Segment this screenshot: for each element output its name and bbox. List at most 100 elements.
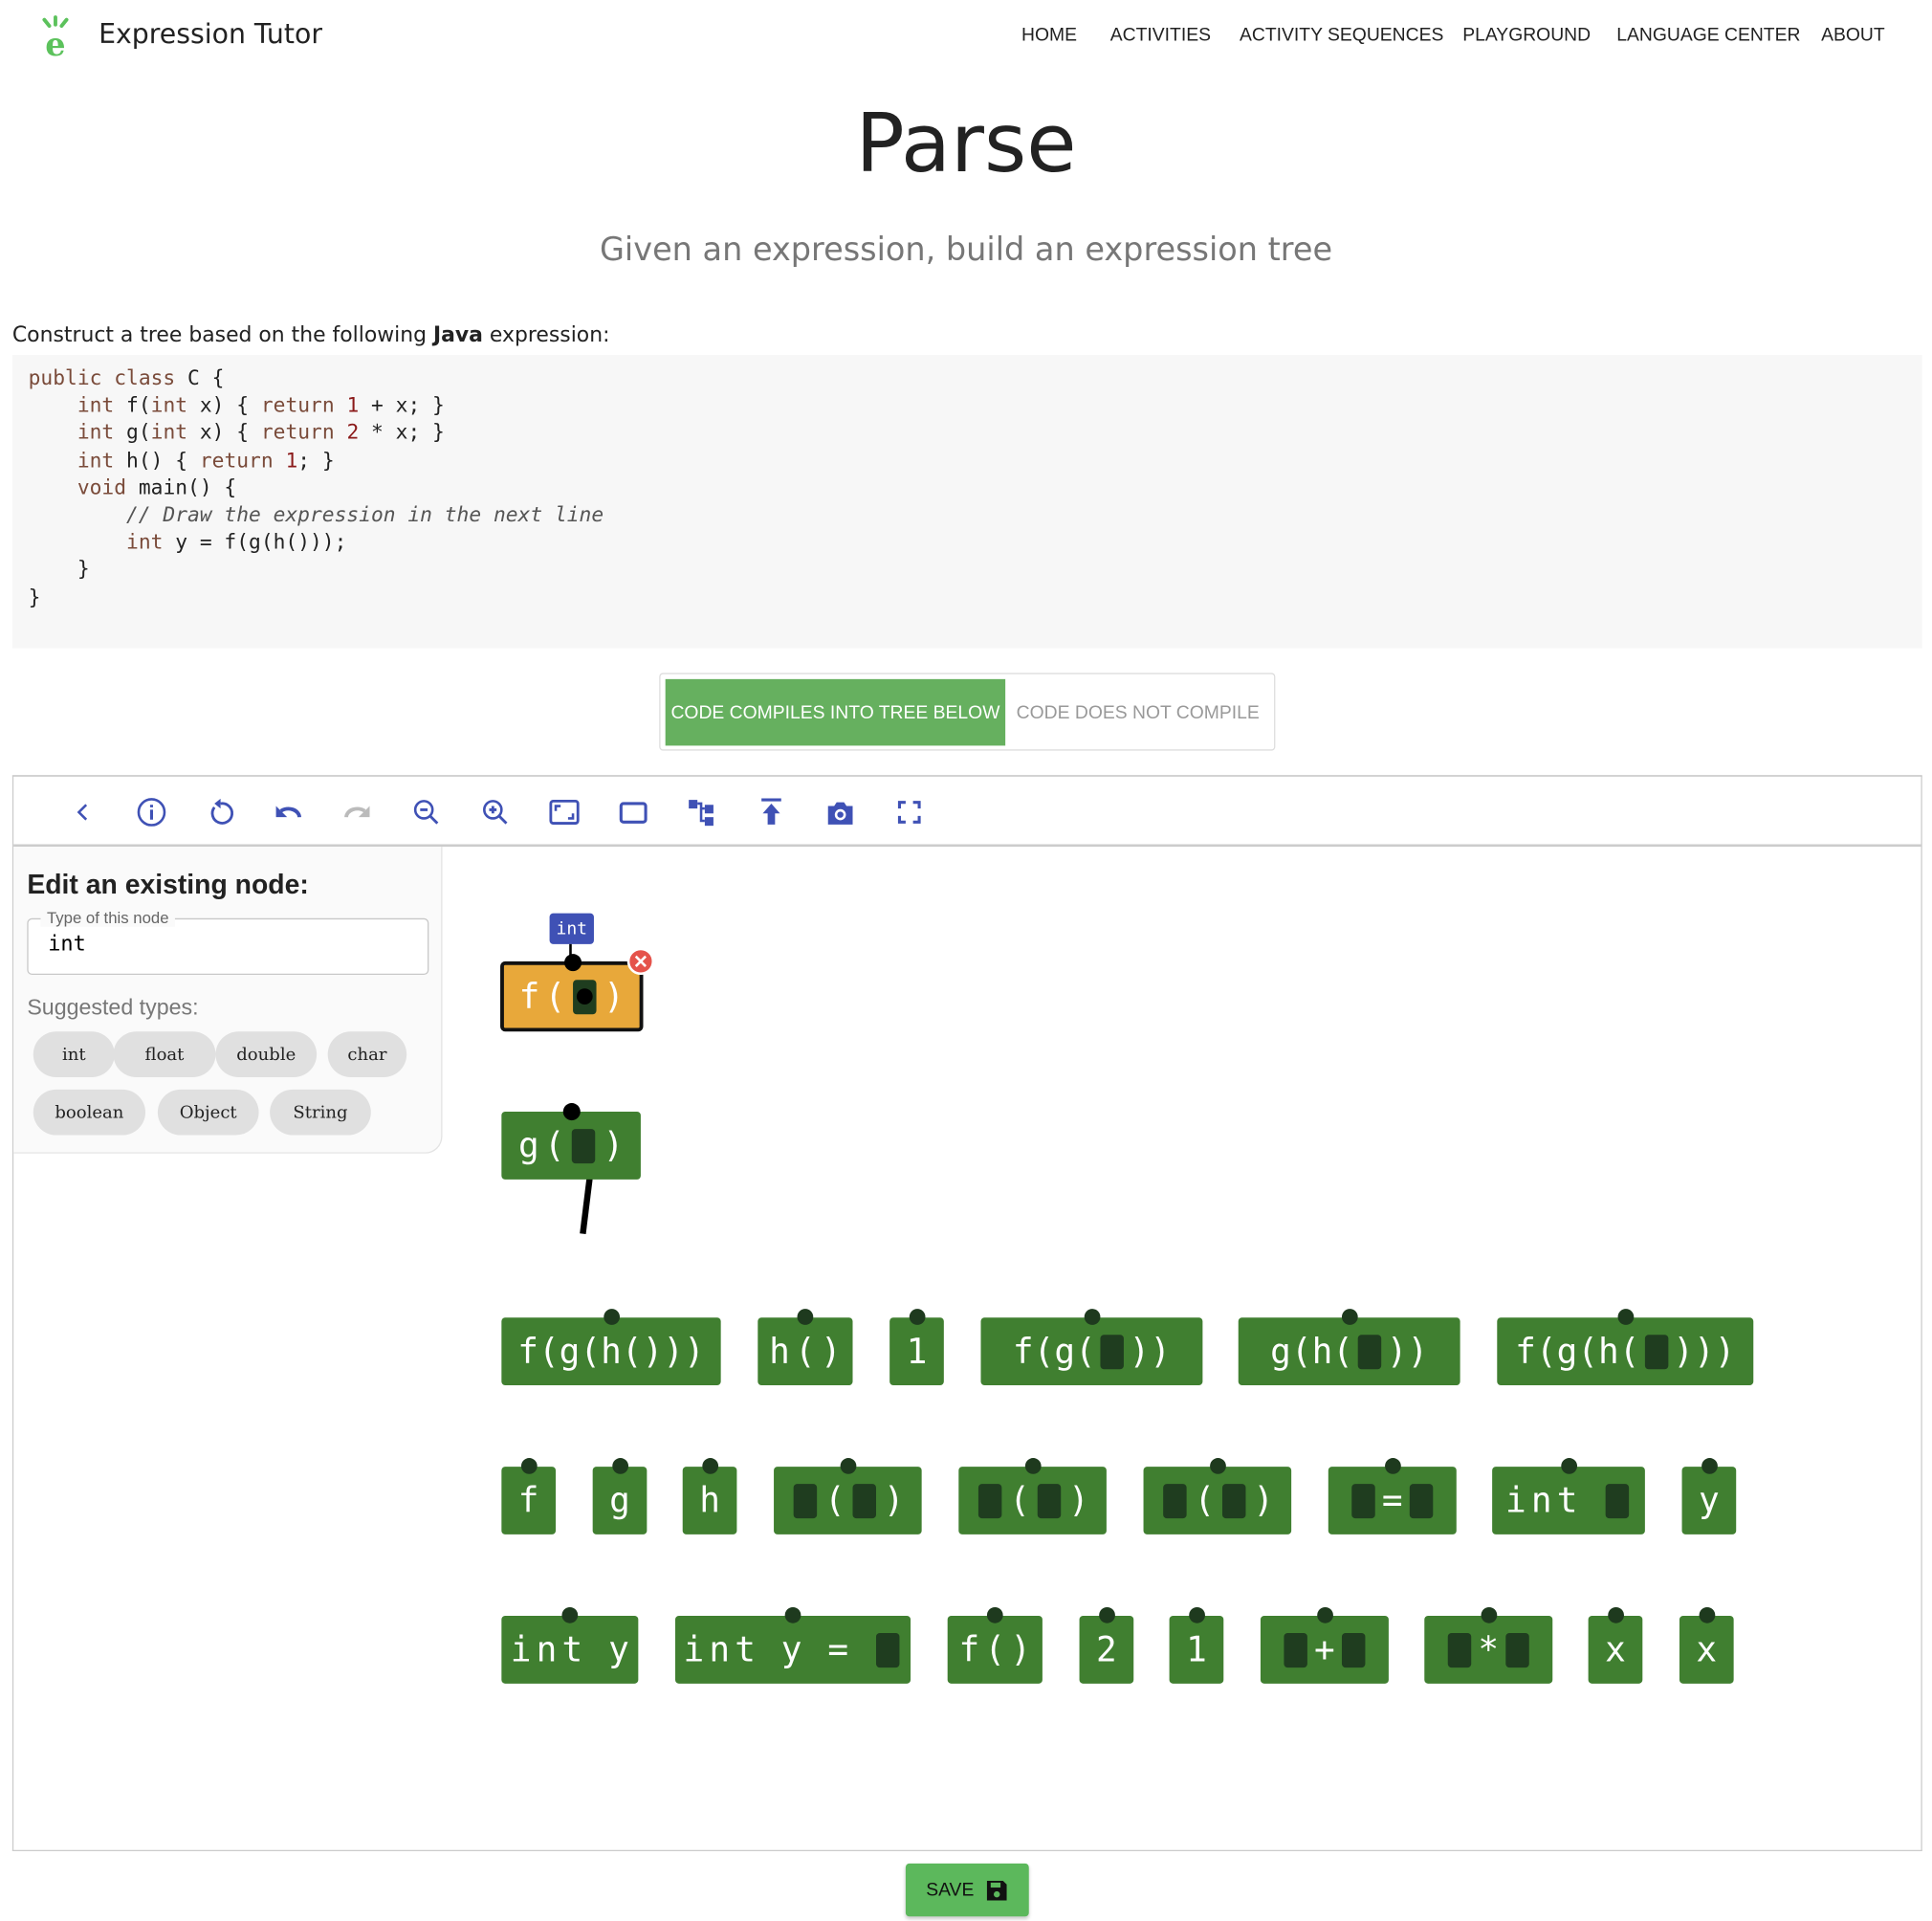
save-button[interactable]: SAVE (905, 1863, 1029, 1917)
type-chip-double[interactable]: double (215, 1031, 318, 1077)
connector-dot[interactable] (576, 987, 593, 1005)
connector-dot[interactable] (839, 1458, 856, 1474)
connector-dot[interactable] (1341, 1309, 1358, 1325)
nav-activity-sequences[interactable]: ACTIVITY SEQUENCES (1240, 25, 1443, 46)
code-block[interactable]: public class C { int f(int x) { return 1… (11, 355, 1922, 649)
palette-node[interactable]: 1 (889, 1309, 944, 1386)
palette-node[interactable]: () (1143, 1458, 1292, 1535)
node-type-tag[interactable]: int (549, 913, 594, 944)
hole-slot[interactable] (1037, 1483, 1062, 1518)
connector-dot[interactable] (1607, 1606, 1624, 1623)
nav-home[interactable]: HOME (1021, 25, 1077, 46)
type-chip-char[interactable]: char (327, 1031, 407, 1077)
undo-button[interactable] (273, 796, 304, 828)
connector-dot[interactable] (561, 1606, 579, 1623)
palette-node[interactable]: g (592, 1458, 648, 1535)
connector-dot[interactable] (701, 1458, 718, 1474)
code-compiles-button[interactable]: CODE COMPILES INTO TREE BELOW (665, 678, 1006, 746)
palette-node[interactable]: y (1681, 1458, 1737, 1535)
hole-slot[interactable] (852, 1483, 876, 1518)
zoom-out-button[interactable] (410, 796, 442, 828)
connector-dot[interactable] (562, 1103, 581, 1121)
connector-dot[interactable] (1024, 1458, 1041, 1474)
connector-dot[interactable] (1698, 1606, 1715, 1623)
hole-slot[interactable] (1447, 1632, 1471, 1667)
connector-dot[interactable] (1480, 1606, 1497, 1623)
nav-activities[interactable]: ACTIVITIES (1110, 25, 1211, 46)
node-type-input[interactable] (48, 931, 406, 957)
palette-node[interactable]: 1 (1169, 1606, 1224, 1684)
hole-slot[interactable] (1505, 1632, 1530, 1667)
palette-node[interactable]: f(g()) (980, 1309, 1203, 1386)
connector-dot[interactable] (797, 1309, 814, 1325)
hole-slot[interactable] (1163, 1483, 1187, 1518)
palette-node[interactable]: () (958, 1458, 1107, 1535)
palette-node[interactable]: int y (501, 1606, 639, 1684)
chevron-left-button[interactable] (67, 796, 99, 828)
delete-node-button[interactable] (626, 947, 655, 976)
connector-dot[interactable] (1316, 1606, 1333, 1623)
fit-screen-button[interactable] (548, 796, 580, 828)
reset-button[interactable] (205, 796, 236, 828)
connector-dot[interactable] (1098, 1606, 1115, 1623)
redo-button[interactable] (341, 796, 373, 828)
hole-slot[interactable] (1100, 1334, 1125, 1369)
nav-about[interactable]: ABOUT (1821, 25, 1885, 46)
connector-dot[interactable] (611, 1458, 628, 1474)
hole-slot[interactable] (1410, 1483, 1434, 1518)
connector-dot[interactable] (909, 1309, 925, 1325)
connector-dot[interactable] (1384, 1458, 1401, 1474)
tree-node-g[interactable]: g() (501, 1103, 641, 1180)
palette-node[interactable]: f() (947, 1606, 1043, 1684)
hole-slot[interactable] (1350, 1483, 1375, 1518)
connector-dot[interactable] (784, 1606, 801, 1623)
palette-node[interactable]: 2 (1079, 1606, 1134, 1684)
palette-node[interactable]: g(h()) (1238, 1309, 1460, 1386)
type-chip-boolean[interactable]: boolean (33, 1089, 146, 1136)
connector-dot[interactable] (520, 1458, 538, 1474)
logo[interactable]: e (37, 14, 75, 63)
palette-node[interactable]: f(g(h())) (1497, 1309, 1754, 1386)
type-chip-object[interactable]: Object (157, 1089, 259, 1136)
connector-dot[interactable] (1084, 1309, 1100, 1325)
connector-dot[interactable] (1616, 1309, 1634, 1325)
hole-slot[interactable] (572, 979, 597, 1014)
connector-dot[interactable] (986, 1606, 1003, 1623)
connector-dot[interactable] (1209, 1458, 1226, 1474)
hole-slot[interactable] (1358, 1334, 1382, 1369)
app-title[interactable]: Expression Tutor (99, 20, 322, 51)
info-button[interactable] (136, 796, 167, 828)
hole-slot[interactable] (876, 1632, 901, 1667)
tree-node-f-selected[interactable]: f() (500, 954, 644, 1032)
palette-node[interactable]: x (1588, 1606, 1643, 1684)
palette-node[interactable]: f (501, 1458, 557, 1535)
type-chip-int[interactable]: int (33, 1031, 115, 1077)
hole-slot[interactable] (1644, 1334, 1669, 1369)
palette-node[interactable]: int (1492, 1458, 1645, 1535)
type-chip-string[interactable]: String (270, 1089, 371, 1136)
code-does-not-compile-button[interactable]: CODE DOES NOT COMPILE (1005, 678, 1271, 746)
palette-node[interactable]: h() (757, 1309, 853, 1386)
camera-button[interactable] (824, 796, 856, 828)
hole-slot[interactable] (793, 1483, 818, 1518)
connector-dot[interactable] (603, 1309, 620, 1325)
hole-slot[interactable] (1342, 1632, 1366, 1667)
connector-dot[interactable] (1188, 1606, 1205, 1623)
connector-dot[interactable] (1560, 1458, 1577, 1474)
connector-dot[interactable] (563, 954, 582, 972)
palette-node[interactable]: * (1424, 1606, 1553, 1684)
hole-slot[interactable] (1283, 1632, 1307, 1667)
tree-layout-button[interactable] (687, 796, 718, 828)
palette-node[interactable]: x (1679, 1606, 1734, 1684)
type-chip-float[interactable]: float (113, 1031, 216, 1077)
connector-dot[interactable] (1701, 1458, 1718, 1474)
hole-slot[interactable] (978, 1483, 1002, 1518)
hole-slot[interactable] (1221, 1483, 1246, 1518)
nav-playground[interactable]: PLAYGROUND (1462, 25, 1591, 46)
palette-node[interactable]: f(g(h())) (501, 1309, 721, 1386)
nav-language-center[interactable]: LANGUAGE CENTER (1616, 25, 1800, 46)
palette-node[interactable]: () (774, 1458, 922, 1535)
palette-node[interactable]: + (1260, 1606, 1389, 1684)
zoom-in-button[interactable] (479, 796, 511, 828)
palette-node[interactable]: h (682, 1458, 737, 1535)
